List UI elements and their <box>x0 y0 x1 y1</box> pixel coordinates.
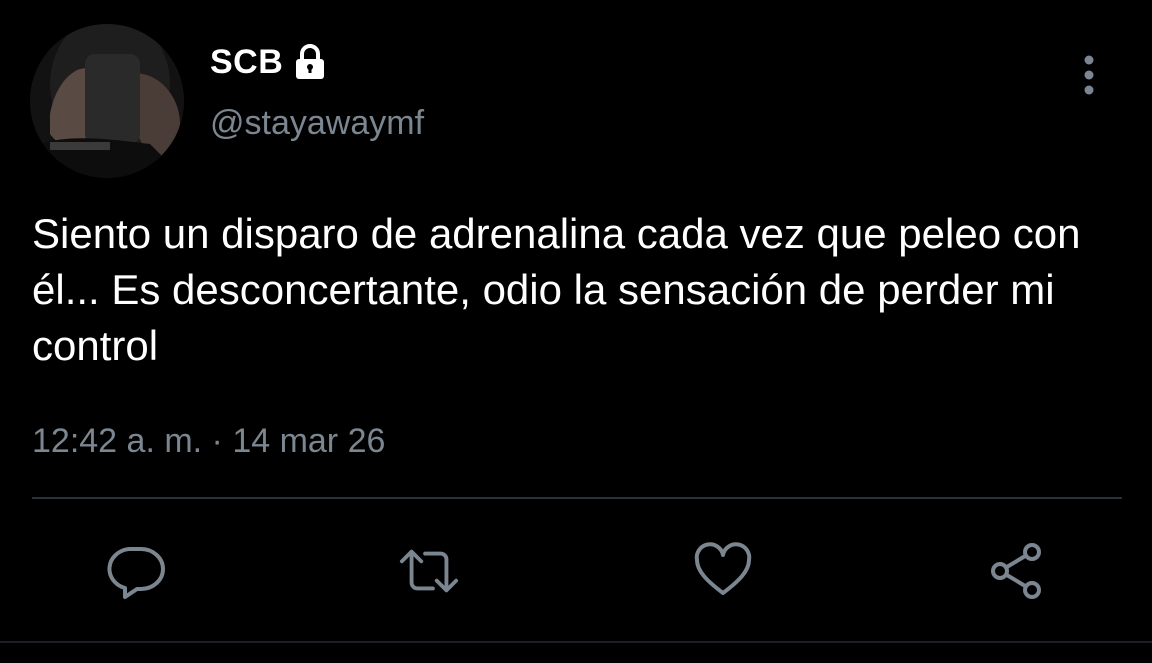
reply-icon <box>107 547 165 599</box>
lock-icon <box>291 43 329 81</box>
tweet-text: Siento un disparo de adrenalina cada vez… <box>32 210 1081 369</box>
retweet-icon <box>399 549 459 593</box>
tweet-timestamp[interactable]: 12:42 a. m. · 14 mar 26 <box>32 422 385 461</box>
divider <box>32 497 1122 499</box>
share-button[interactable] <box>986 540 1048 602</box>
display-name[interactable]: SCB <box>210 43 283 82</box>
like-button[interactable] <box>692 540 754 602</box>
reply-button[interactable] <box>104 540 166 602</box>
avatar-image <box>30 24 184 178</box>
like-heart-icon <box>694 542 752 595</box>
username-handle[interactable]: @stayawaymf <box>210 104 424 143</box>
author-name-row[interactable]: SCB <box>210 40 329 84</box>
bottom-divider <box>0 641 1152 643</box>
more-vertical-icon[interactable] <box>1070 52 1108 98</box>
retweet-button[interactable] <box>398 540 460 602</box>
share-icon <box>991 543 1041 599</box>
avatar[interactable] <box>30 24 184 178</box>
